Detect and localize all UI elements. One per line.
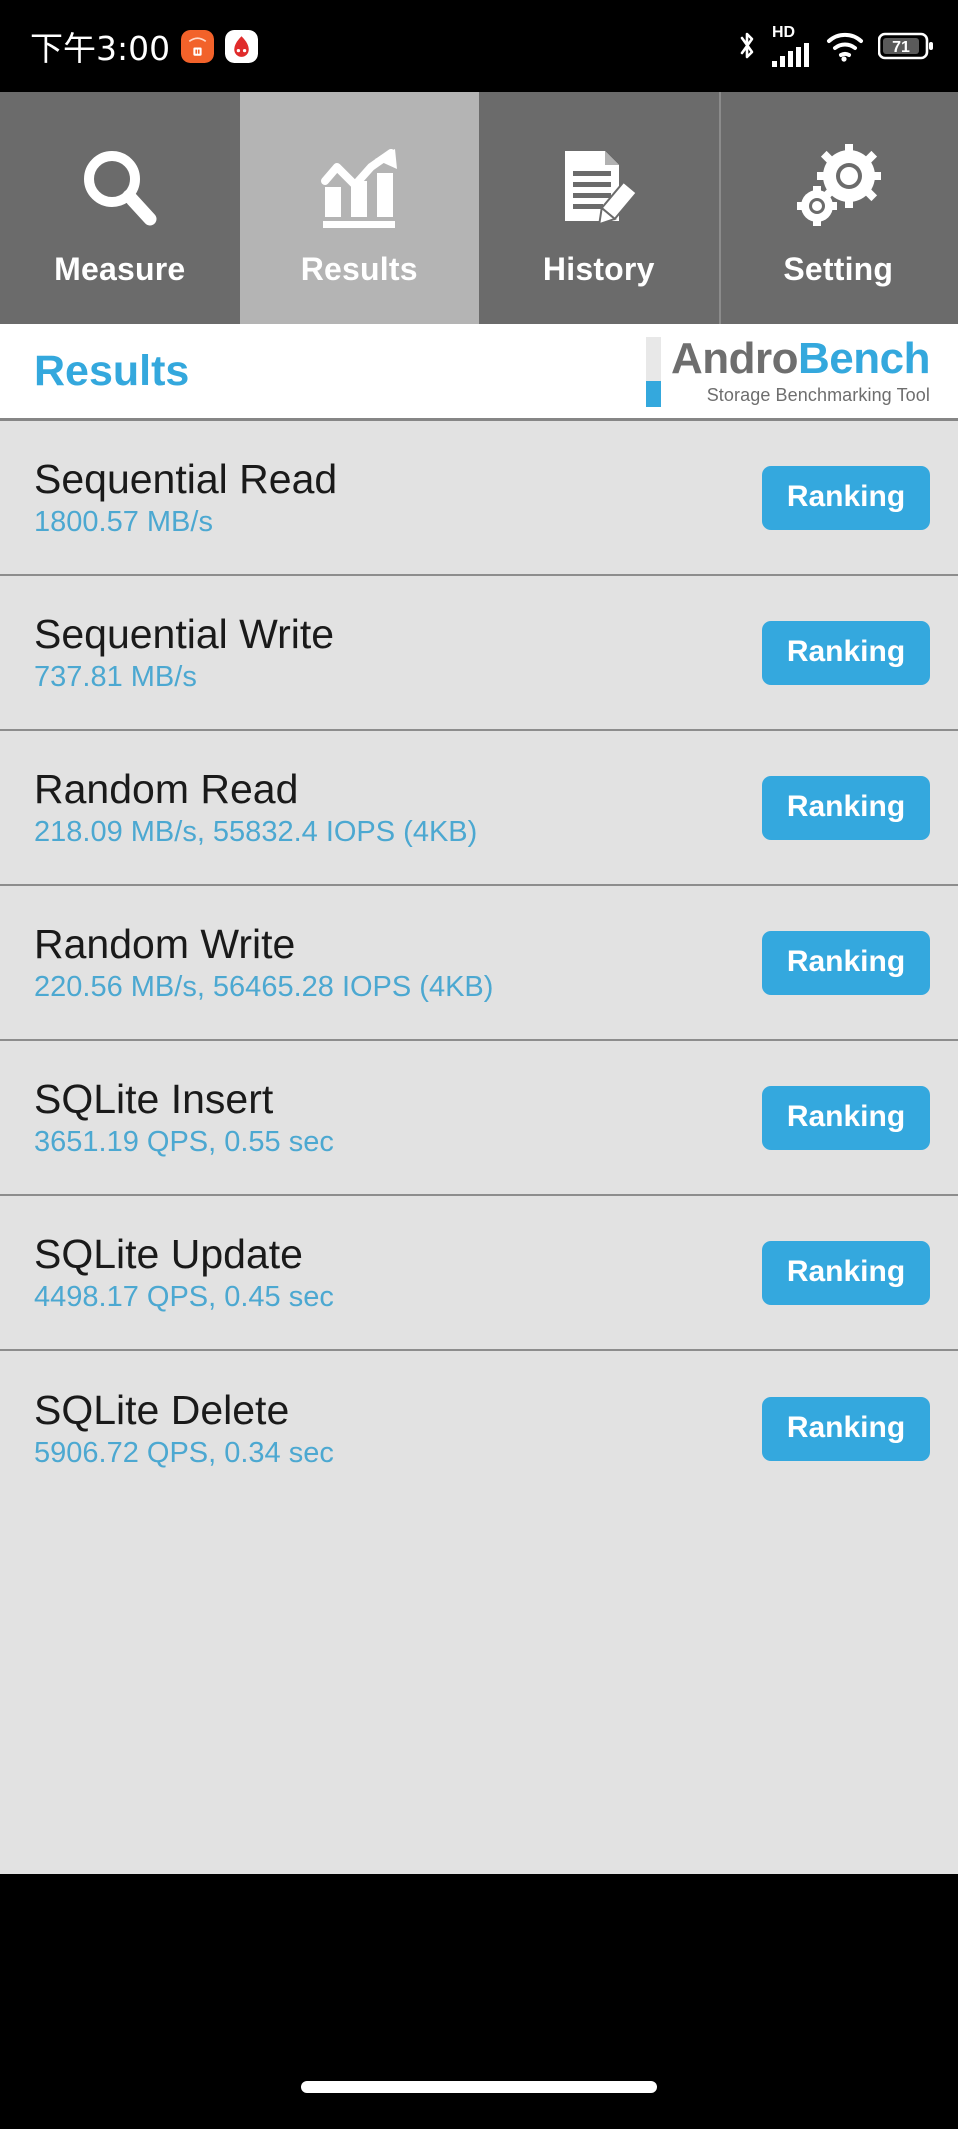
bar-chart-arrow-icon [313,141,405,237]
tab-history-label: History [542,250,655,287]
table-row[interactable]: Sequential Read 1800.57 MB/s Ranking [0,421,958,576]
row-value: 737.81 MB/s [34,660,197,693]
magnifier-icon [74,141,166,237]
row-value: 1800.57 MB/s [34,505,213,538]
logo-bar-icon [645,333,661,409]
battery-level: 71 [892,39,910,56]
ranking-button[interactable]: Ranking [762,1396,930,1461]
row-title: Sequential Write [34,610,335,657]
bluetooth-icon [740,32,754,59]
row-text: Sequential Read 1800.57 MB/s [34,455,338,538]
logo-tagline: Storage Benchmarking Tool [706,384,930,405]
status-bar-left: 下午3:00 [30,22,259,70]
row-text: Random Write 220.56 MB/s, 56465.28 IOPS … [34,920,494,1003]
row-title: SQLite Delete [34,1386,290,1433]
table-row[interactable]: SQLite Delete 5906.72 QPS, 0.34 sec Rank… [0,1351,958,1506]
table-row[interactable]: Sequential Write 737.81 MB/s Ranking [0,576,958,731]
row-value: 220.56 MB/s, 56465.28 IOPS (4KB) [34,970,494,1003]
navigation-bar [0,1874,958,2129]
row-title: SQLite Insert [34,1075,274,1122]
status-bar: 下午3:00 HD 71 [0,0,958,92]
logo-text: AndroBench Storage Benchmarking Tool [670,333,931,409]
row-value: 5906.72 QPS, 0.34 sec [34,1436,334,1469]
results-list: Sequential Read 1800.57 MB/s Ranking Seq… [0,421,958,1874]
document-pencil-icon [553,141,645,237]
table-row[interactable]: SQLite Insert 3651.19 QPS, 0.55 sec Rank… [0,1041,958,1196]
tab-setting-label: Setting [783,250,894,287]
tab-results[interactable]: Results [239,92,479,324]
tab-setting[interactable]: Setting [718,92,958,324]
row-value: 218.09 MB/s, 55832.4 IOPS (4KB) [34,815,478,848]
tab-measure-label: Measure [54,250,186,287]
battery-icon: 71 [878,32,933,60]
antutu-app-icon [225,29,259,63]
hd-label: HD [772,24,796,41]
ranking-button[interactable]: Ranking [762,1240,930,1305]
row-title: Random Read [34,765,299,812]
tab-measure[interactable]: Measure [0,92,240,324]
logo-bench: Bench [798,333,930,383]
row-title: Random Write [34,920,296,967]
row-text: Random Read 218.09 MB/s, 55832.4 IOPS (4… [34,765,478,848]
gears-icon [792,141,884,237]
row-value: 3651.19 QPS, 0.55 sec [34,1125,334,1158]
logo-bar-bottom [645,381,661,407]
wifi-icon [827,32,863,62]
mi-app-icon [181,29,215,63]
page-title: Results [34,346,190,395]
ranking-button[interactable]: Ranking [762,1085,930,1150]
row-value: 4498.17 QPS, 0.45 sec [34,1280,334,1313]
table-row[interactable]: Random Read 218.09 MB/s, 55832.4 IOPS (4… [0,731,958,886]
logo-bar-top [645,337,661,381]
signal-bars-icon [772,43,809,67]
status-time: 下午3:00 [30,29,171,68]
status-bar-right: HD 71 [735,25,934,67]
table-row[interactable]: SQLite Update 4498.17 QPS, 0.45 sec Rank… [0,1196,958,1351]
row-title: Sequential Read [34,455,338,502]
ranking-button[interactable]: Ranking [762,930,930,995]
gesture-home-pill[interactable] [301,2081,657,2093]
logo-andro: Andro [670,333,799,383]
androbench-logo: AndroBench Storage Benchmarking Tool [645,333,931,409]
ranking-button[interactable]: Ranking [762,775,930,840]
tab-history[interactable]: History [479,92,719,324]
row-text: SQLite Delete 5906.72 QPS, 0.34 sec [34,1386,334,1469]
row-text: SQLite Insert 3651.19 QPS, 0.55 sec [34,1075,334,1158]
logo-wordmark: AndroBench [670,333,931,383]
page-header: Results AndroBench Storage Benchmarking … [0,324,958,421]
tab-results-label: Results [300,250,418,287]
ranking-button[interactable]: Ranking [762,620,930,685]
row-text: Sequential Write 737.81 MB/s [34,610,335,693]
phone-screen: 下午3:00 HD 71 Measure Results History Set… [0,0,958,2129]
row-title: SQLite Update [34,1230,303,1277]
ranking-button[interactable]: Ranking [762,465,930,530]
tab-bar[interactable]: Measure Results History Setting [0,92,958,324]
row-text: SQLite Update 4498.17 QPS, 0.45 sec [34,1230,334,1313]
hd-signal-icon: HD [772,25,812,67]
table-row[interactable]: Random Write 220.56 MB/s, 56465.28 IOPS … [0,886,958,1041]
